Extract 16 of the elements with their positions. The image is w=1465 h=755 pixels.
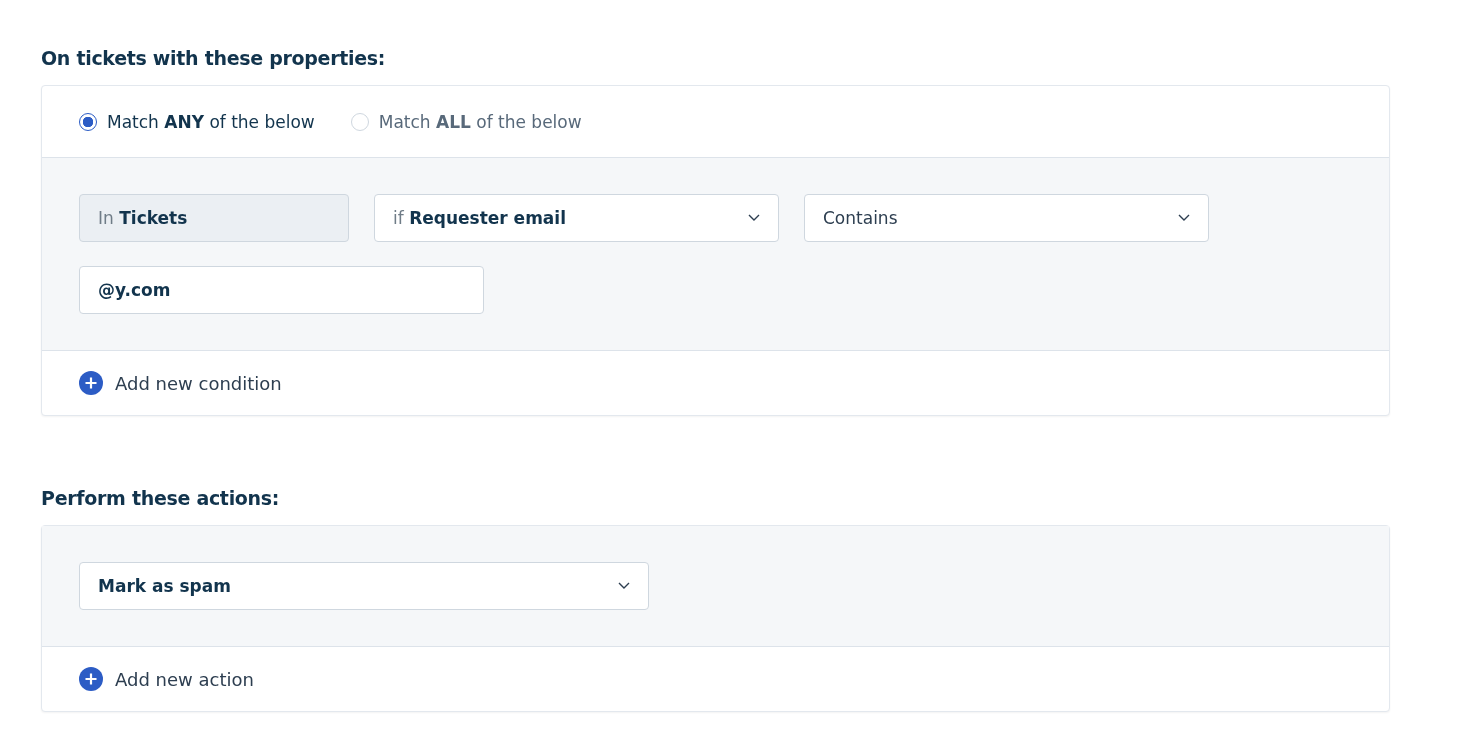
operator-select[interactable]: Contains	[804, 194, 1209, 242]
scope-field: In Tickets	[79, 194, 349, 242]
value-input[interactable]: @y.com	[79, 266, 484, 314]
add-action-button[interactable]: Add new action	[79, 667, 254, 691]
plus-icon	[79, 667, 103, 691]
action-select[interactable]: Mark as spam	[79, 562, 649, 610]
match-radio-option[interactable]: Match ANY of the below	[79, 111, 315, 132]
section-heading: Perform these actions:	[41, 486, 281, 511]
section-heading: On tickets with these properties:	[41, 46, 387, 71]
chevron-down-icon	[618, 582, 630, 590]
plus-icon	[79, 371, 103, 395]
property-select[interactable]: if Requester email	[374, 194, 779, 242]
match-radio-option[interactable]: Match ALL of the below	[350, 111, 582, 132]
chevron-down-icon	[748, 214, 760, 222]
chevron-down-icon	[1178, 214, 1190, 222]
add-condition-button[interactable]: Add new condition	[79, 371, 282, 395]
